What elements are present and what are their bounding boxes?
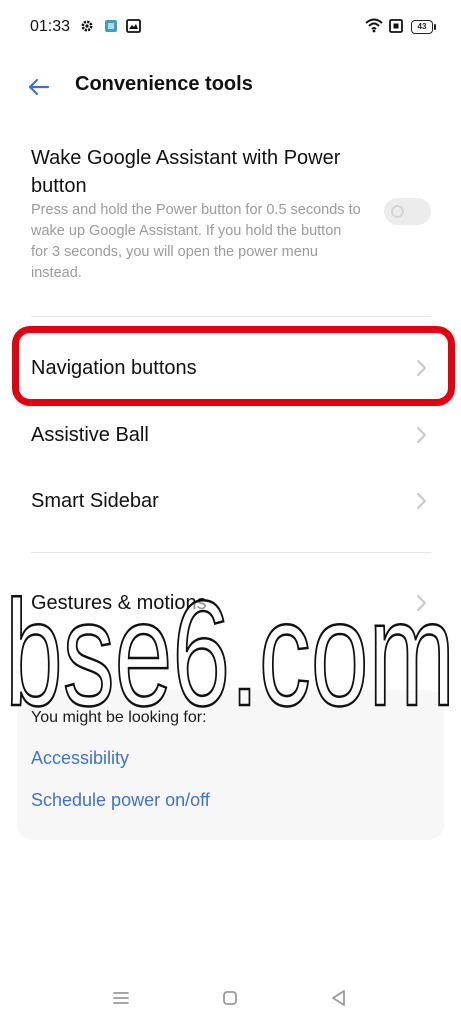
back-button[interactable] (24, 72, 54, 102)
page-title: Convenience tools (75, 73, 253, 95)
gear-icon (80, 19, 94, 38)
arrow-left-icon (28, 78, 50, 96)
highlight-box (12, 326, 455, 406)
status-time: 01:33 (30, 18, 71, 35)
toggle-knob (391, 205, 404, 218)
divider (31, 552, 431, 553)
wake-assistant-description: Press and hold the Power button for 0.5 … (31, 202, 361, 281)
menu-button[interactable] (110, 987, 132, 1009)
menu-item-smart-sidebar[interactable]: Smart Sidebar (0, 471, 461, 531)
back-icon (332, 990, 345, 1006)
home-button[interactable] (219, 987, 241, 1009)
app-icon (104, 19, 118, 38)
wake-assistant-toggle[interactable] (384, 198, 431, 225)
watermark: bse6.com (4, 570, 457, 720)
menu-icon (113, 992, 129, 1004)
watermark-text: bse6.com (5, 570, 455, 720)
menu-item-assistive-ball[interactable]: Assistive Ball (0, 405, 461, 465)
status-bar: 01:33 43 (0, 0, 461, 54)
divider (31, 316, 431, 317)
suggestion-link-accessibility[interactable]: Accessibility (31, 748, 129, 769)
menu-item-label: Smart Sidebar (31, 490, 159, 512)
header: Convenience tools (0, 64, 461, 108)
wifi-icon (365, 18, 383, 38)
menu-item-label: Assistive Ball (31, 424, 149, 446)
navigation-bar (0, 975, 461, 1019)
screen: 01:33 43 Convenience tools Wake Google A… (0, 0, 461, 1024)
gallery-icon (126, 19, 141, 38)
chevron-right-icon (417, 427, 426, 443)
battery-icon: 43 (411, 20, 436, 34)
chevron-right-icon (417, 493, 426, 509)
wake-assistant-title: Wake Google Assistant with Power button (31, 147, 341, 197)
back-nav-button[interactable] (328, 987, 350, 1009)
suggestion-link-schedule-power[interactable]: Schedule power on/off (31, 790, 210, 811)
wake-assistant-setting: Wake Google Assistant with Power button … (0, 140, 461, 290)
home-icon (223, 991, 237, 1005)
sim-icon (389, 19, 403, 38)
